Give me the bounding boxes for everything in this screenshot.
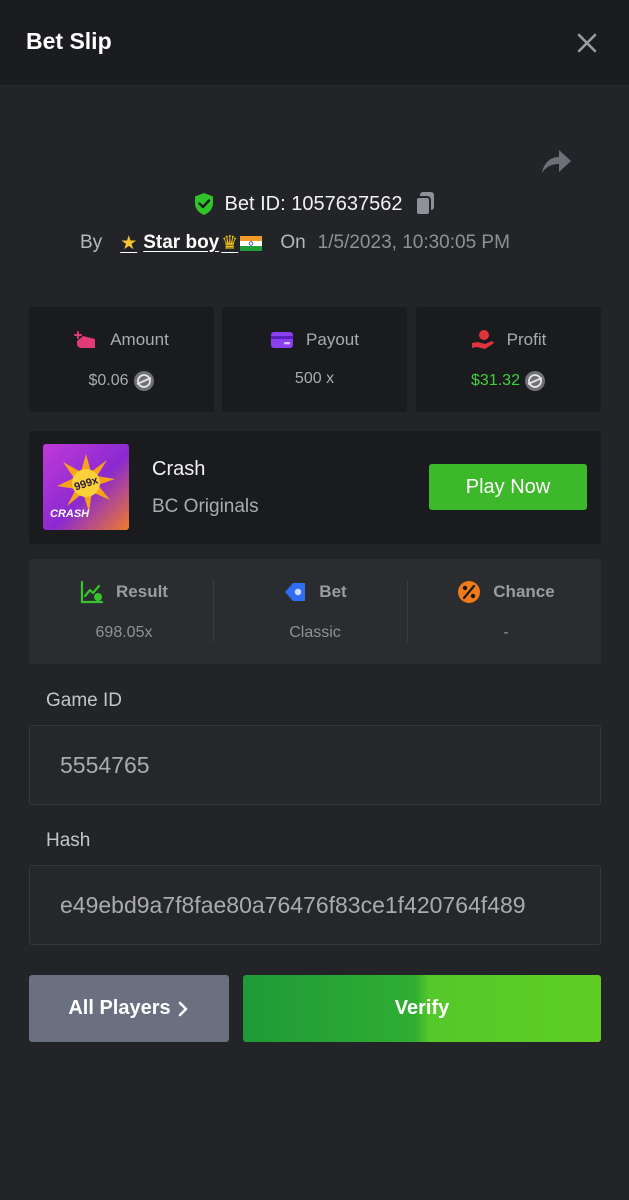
copy-icon[interactable] [414, 191, 436, 217]
result-chart-icon [80, 580, 104, 604]
payout-value: 500 x [294, 370, 335, 387]
share-button[interactable] [536, 143, 574, 181]
verify-button[interactable]: Verify [243, 975, 601, 1042]
on-label: On [280, 232, 306, 253]
header-bar: Bet Slip [0, 0, 629, 86]
result-column: Result 698.05x [29, 559, 219, 664]
game-provider: BC Originals [152, 496, 259, 517]
chance-label: Chance [493, 582, 555, 601]
game-id-field[interactable] [29, 725, 601, 805]
close-button[interactable] [572, 28, 602, 58]
star-icon: ★ [120, 232, 138, 254]
hash-input[interactable] [30, 866, 600, 944]
amount-label: Amount [110, 330, 169, 349]
game-name: Crash [152, 458, 206, 480]
profit-value: $31.32 [471, 372, 520, 389]
play-now-button[interactable]: Play Now [429, 464, 587, 510]
amount-icon [74, 331, 96, 348]
divider [407, 580, 408, 642]
chance-column: Chance - [411, 559, 601, 664]
profit-label: Profit [506, 330, 547, 349]
bet-meta-row: By ★ Star boy ♛ On 1/5/2023, 10:30:05 PM [80, 228, 510, 258]
all-players-label: All Players [68, 997, 171, 1019]
thumb-label: CRASH [50, 508, 90, 520]
bet-date: 1/5/2023, 10:30:05 PM [317, 232, 510, 253]
bet-id-row: Bet ID: 1057637562 [0, 188, 629, 220]
hash-label: Hash [46, 830, 91, 851]
coin-icon [133, 371, 154, 391]
close-icon [577, 33, 597, 53]
by-label: By [80, 232, 103, 253]
bet-value: Classic [289, 624, 341, 641]
payout-label: Payout [306, 330, 359, 349]
result-info-box: Result 698.05x Bet Classic Chance - [29, 559, 601, 664]
amount-card: Amount $0.06 [29, 307, 214, 412]
percent-icon [458, 581, 481, 603]
game-id-input[interactable] [30, 726, 600, 804]
bet-label: Bet [319, 582, 347, 601]
game-card: 999x CRASH Crash BC Originals Play Now [29, 431, 601, 544]
chevron-right-icon [178, 1001, 187, 1016]
divider [213, 580, 214, 642]
all-players-button[interactable]: All Players [29, 975, 229, 1042]
profit-icon [471, 330, 494, 349]
game-thumbnail[interactable]: 999x CRASH [43, 444, 129, 530]
crown-icon: ♛ [221, 232, 239, 254]
game-id-label: Game ID [46, 690, 123, 711]
result-value: 698.05x [95, 624, 153, 641]
coin-icon [524, 371, 545, 391]
share-icon [542, 150, 571, 173]
payout-icon [271, 332, 294, 348]
user-name: Star boy [143, 232, 220, 253]
bet-id: Bet ID: 1057637562 [224, 192, 403, 215]
hash-field[interactable] [29, 865, 601, 945]
explosion-icon: 999x [57, 454, 115, 512]
payout-card: Payout 500 x [222, 307, 407, 412]
profit-card: Profit $31.32 [416, 307, 601, 412]
bet-tag-icon [285, 583, 306, 601]
amount-value: $0.06 [88, 372, 129, 389]
bet-column: Bet Classic [220, 559, 410, 664]
chance-value: - [503, 624, 509, 641]
user-link[interactable]: ★ Star boy ♛ [120, 232, 263, 255]
india-flag-icon [240, 235, 263, 251]
page-title: Bet Slip [26, 28, 112, 54]
verified-shield-icon [194, 193, 213, 215]
result-label: Result [116, 582, 168, 601]
